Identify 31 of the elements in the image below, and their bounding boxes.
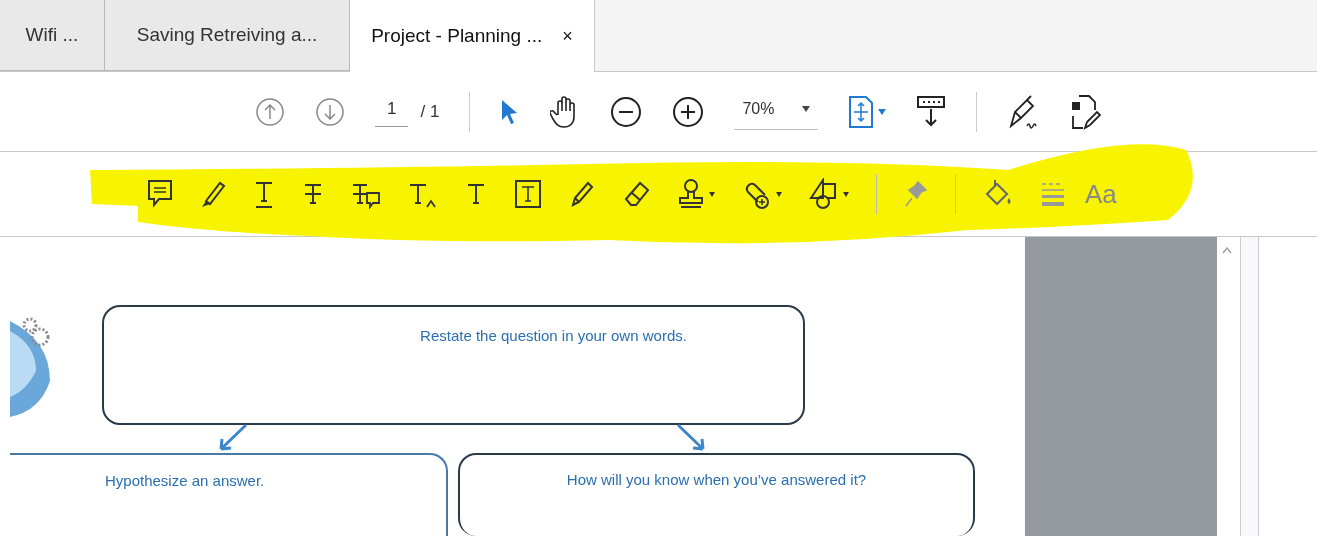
- page-total: / 1: [420, 100, 440, 123]
- document-tab[interactable]: Wifi ...: [0, 0, 105, 71]
- fit-page-icon[interactable]: [848, 94, 875, 129]
- stamp-icon[interactable]: [677, 178, 705, 210]
- pencil-icon[interactable]: [569, 179, 595, 209]
- prompt-text: Restate the question in your own words.: [420, 326, 687, 346]
- document-tab[interactable]: Project - Planning ... ×: [350, 0, 595, 72]
- page-number-field[interactable]: 1: [375, 96, 409, 127]
- scroll-mode-icon[interactable]: [916, 94, 947, 129]
- prompt-text: Hypothesize an answer.: [105, 472, 265, 489]
- underline-text-icon[interactable]: [253, 179, 275, 209]
- scroll-up-icon[interactable]: [1222, 247, 1232, 254]
- close-tab-icon[interactable]: ×: [562, 22, 573, 50]
- page-down-icon[interactable]: [315, 96, 345, 127]
- zoom-dropdown[interactable]: 70%: [734, 93, 819, 130]
- caret-icon[interactable]: [843, 191, 849, 197]
- caret-icon[interactable]: [709, 191, 715, 197]
- zoom-in-icon[interactable]: [672, 95, 705, 128]
- prompt-text: How will you know when you’ve answered it?: [566, 470, 867, 490]
- comment-icon[interactable]: [147, 179, 173, 209]
- pen-signature-icon[interactable]: [1007, 93, 1040, 130]
- highlighter-icon[interactable]: [200, 179, 226, 209]
- document-tab[interactable]: Saving Retreiving a...: [105, 0, 350, 71]
- eraser-icon[interactable]: [622, 179, 650, 209]
- shapes-icon[interactable]: [809, 178, 839, 210]
- caret-icon: [802, 106, 811, 112]
- zoom-out-icon[interactable]: [610, 95, 643, 128]
- caret-icon[interactable]: [776, 191, 782, 197]
- document-edit-icon[interactable]: [1069, 93, 1102, 130]
- text-box-icon[interactable]: [514, 179, 542, 209]
- page-up-icon[interactable]: [255, 96, 285, 127]
